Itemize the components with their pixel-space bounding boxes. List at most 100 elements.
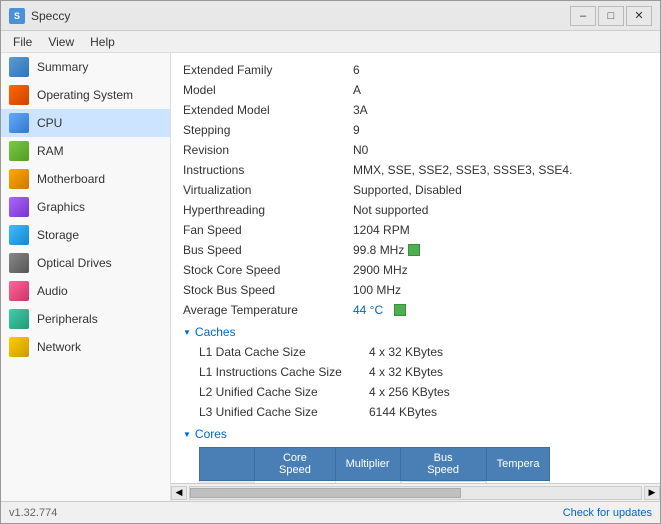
- menu-view[interactable]: View: [40, 31, 82, 52]
- field-bus-speed: Bus Speed 99.8 MHz: [183, 241, 648, 259]
- field-model: Model A: [183, 81, 648, 99]
- field-stock-core-speed: Stock Core Speed 2900 MHz: [183, 261, 648, 279]
- main-content: Summary Operating System CPU RAM Motherb…: [1, 53, 660, 501]
- field-hyperthreading: Hyperthreading Not supported: [183, 201, 648, 219]
- field-value: 4 x 256 KBytes: [369, 383, 450, 401]
- audio-icon: [9, 281, 29, 301]
- col-bus-speed: BusSpeed: [400, 448, 486, 481]
- sidebar-label-storage: Storage: [37, 228, 79, 242]
- field-extended-family: Extended Family 6: [183, 61, 648, 79]
- field-label: Extended Model: [183, 101, 353, 119]
- sidebar-label-network: Network: [37, 340, 81, 354]
- close-button[interactable]: ✕: [626, 6, 652, 26]
- sidebar-label-graphics: Graphics: [37, 200, 85, 214]
- field-value: 6144 KBytes: [369, 403, 437, 421]
- field-value: 3A: [353, 101, 368, 119]
- graphics-icon: [9, 197, 29, 217]
- sidebar-item-os[interactable]: Operating System: [1, 81, 170, 109]
- sidebar-item-optical[interactable]: Optical Drives: [1, 249, 170, 277]
- menu-file[interactable]: File: [5, 31, 40, 52]
- horizontal-scrollbar[interactable]: ◀ ▶: [171, 483, 660, 501]
- menu-help[interactable]: Help: [82, 31, 123, 52]
- field-label: Bus Speed: [183, 241, 353, 259]
- col-temperature: Tempera: [486, 448, 550, 481]
- optical-icon: [9, 253, 29, 273]
- field-revision: Revision N0: [183, 141, 648, 159]
- summary-icon: [9, 57, 29, 77]
- scrollbar-track[interactable]: [189, 486, 642, 500]
- field-label: Virtualization: [183, 181, 353, 199]
- sidebar-item-motherboard[interactable]: Motherboard: [1, 165, 170, 193]
- field-value: 4 x 32 KBytes: [369, 343, 443, 361]
- field-value: 44 °C: [353, 301, 406, 319]
- field-value: 4 x 32 KBytes: [369, 363, 443, 381]
- field-value: Not supported: [353, 201, 428, 219]
- version-label: v1.32.774: [9, 507, 57, 519]
- field-label: Average Temperature: [183, 301, 353, 319]
- sidebar-label-optical: Optical Drives: [37, 256, 112, 270]
- field-l3-unified: L3 Unified Cache Size 6144 KBytes: [199, 403, 648, 421]
- menu-bar: File View Help: [1, 31, 660, 53]
- field-label: Instructions: [183, 161, 353, 179]
- motherboard-icon: [9, 169, 29, 189]
- green-indicator2: [394, 304, 406, 316]
- storage-icon: [9, 225, 29, 245]
- field-value: N0: [353, 141, 368, 159]
- field-value: 1204 RPM: [353, 221, 410, 239]
- field-label: Revision: [183, 141, 353, 159]
- network-icon: [9, 337, 29, 357]
- sidebar-label-cpu: CPU: [37, 116, 62, 130]
- sidebar-label-motherboard: Motherboard: [37, 172, 105, 186]
- scroll-right-button[interactable]: ▶: [644, 486, 660, 500]
- window-controls: – □ ✕: [570, 6, 652, 26]
- sidebar-label-audio: Audio: [37, 284, 68, 298]
- peripherals-icon: [9, 309, 29, 329]
- sidebar-item-peripherals[interactable]: Peripherals: [1, 305, 170, 333]
- cores-content: CoreSpeed Multiplier BusSpeed Tempera Co…: [199, 447, 648, 483]
- sidebar-item-storage[interactable]: Storage: [1, 221, 170, 249]
- sidebar-item-ram[interactable]: RAM: [1, 137, 170, 165]
- sidebar-item-audio[interactable]: Audio: [1, 277, 170, 305]
- field-label: L1 Instructions Cache Size: [199, 363, 369, 381]
- cores-section-header[interactable]: Cores: [183, 427, 648, 441]
- ram-icon: [9, 141, 29, 161]
- content-scroll[interactable]: Extended Family 6 Model A Extended Model…: [171, 53, 660, 483]
- sidebar-label-ram: RAM: [37, 144, 64, 158]
- field-value: MMX, SSE, SSE2, SSE3, SSSE3, SSE4.: [353, 161, 572, 179]
- field-l1-data: L1 Data Cache Size 4 x 32 KBytes: [199, 343, 648, 361]
- sidebar-item-network[interactable]: Network: [1, 333, 170, 361]
- scrollbar-thumb[interactable]: [190, 488, 461, 498]
- field-l2-unified: L2 Unified Cache Size 4 x 256 KBytes: [199, 383, 648, 401]
- caches-content: L1 Data Cache Size 4 x 32 KBytes L1 Inst…: [199, 343, 648, 421]
- field-label: L2 Unified Cache Size: [199, 383, 369, 401]
- field-label: Stepping: [183, 121, 353, 139]
- os-icon: [9, 85, 29, 105]
- check-updates-link[interactable]: Check for updates: [563, 507, 652, 519]
- app-icon: S: [9, 8, 25, 24]
- sidebar-label-os: Operating System: [37, 88, 133, 102]
- cpu-icon: [9, 113, 29, 133]
- field-value: A: [353, 81, 361, 99]
- col-core: [200, 448, 255, 481]
- scroll-left-button[interactable]: ◀: [171, 486, 187, 500]
- minimize-button[interactable]: –: [570, 6, 596, 26]
- field-label: L3 Unified Cache Size: [199, 403, 369, 421]
- field-value: Supported, Disabled: [353, 181, 462, 199]
- sidebar-item-graphics[interactable]: Graphics: [1, 193, 170, 221]
- field-fan-speed: Fan Speed 1204 RPM: [183, 221, 648, 239]
- field-label: Hyperthreading: [183, 201, 353, 219]
- caches-section-header[interactable]: Caches: [183, 325, 648, 339]
- field-label: Extended Family: [183, 61, 353, 79]
- field-extended-model: Extended Model 3A: [183, 101, 648, 119]
- field-label: Model: [183, 81, 353, 99]
- maximize-button[interactable]: □: [598, 6, 624, 26]
- field-instructions: Instructions MMX, SSE, SSE2, SSE3, SSSE3…: [183, 161, 648, 179]
- col-multiplier: Multiplier: [335, 448, 400, 481]
- status-bar: v1.32.774 Check for updates: [1, 501, 660, 523]
- cores-table: CoreSpeed Multiplier BusSpeed Tempera Co…: [199, 447, 550, 483]
- field-stock-bus-speed: Stock Bus Speed 100 MHz: [183, 281, 648, 299]
- sidebar-item-cpu[interactable]: CPU: [1, 109, 170, 137]
- title-bar: S Speccy – □ ✕: [1, 1, 660, 31]
- field-value: 99.8 MHz: [353, 241, 420, 259]
- sidebar-item-summary[interactable]: Summary: [1, 53, 170, 81]
